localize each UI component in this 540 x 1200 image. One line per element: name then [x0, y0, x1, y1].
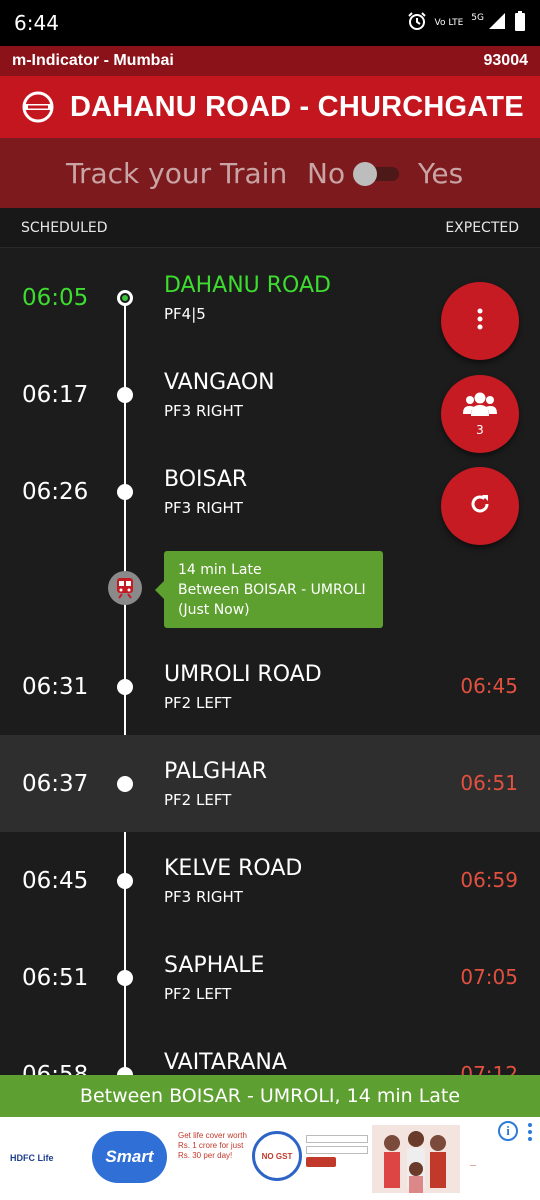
app-screen: 6:44 Vo LTE 5G m-Indicator - Mumbai 9300…	[0, 0, 540, 1200]
network-type: 5G	[471, 13, 484, 23]
volte-icon: Vo LTE	[434, 17, 464, 28]
ad-product: Smart	[105, 1147, 154, 1166]
more-vertical-icon	[476, 307, 484, 335]
current-station-dot	[117, 290, 133, 306]
platform-info: PF2 LEFT	[164, 791, 232, 809]
station-dot	[117, 776, 133, 792]
track-label: Track your Train	[66, 156, 288, 190]
track-toggle[interactable]	[351, 162, 401, 186]
station-name: BOISAR	[164, 467, 248, 492]
track-no-label: No	[307, 156, 346, 190]
station-dot	[117, 970, 133, 986]
ad-seal: NO GST	[252, 1131, 302, 1181]
info-icon[interactable]: i	[498, 1121, 518, 1141]
station-name: DAHANU ROAD	[164, 273, 331, 298]
scheduled-time: 06:26	[22, 479, 89, 505]
platform-info: PF3 RIGHT	[164, 888, 243, 906]
station-name: VAITARANA	[164, 1050, 287, 1075]
advertisement-banner[interactable]: HDFC Life Smart Get life cover worth Rs.…	[0, 1117, 540, 1200]
train-position-icon	[108, 571, 142, 605]
scheduled-time: 06:58	[22, 1062, 89, 1075]
refresh-icon	[468, 492, 492, 520]
station-name: UMROLI ROAD	[164, 662, 322, 687]
station-name: VANGAON	[164, 370, 275, 395]
expected-time: 07:05	[460, 965, 518, 989]
signal-icon	[488, 12, 506, 34]
station-name: KELVE ROAD	[164, 856, 303, 881]
platform-info: PF2 LEFT	[164, 985, 232, 1003]
scheduled-time: 06:51	[22, 965, 89, 991]
station-dot	[117, 1067, 133, 1075]
scheduled-time: 06:05	[22, 285, 89, 311]
station-dot	[117, 387, 133, 403]
users-group-icon	[463, 391, 497, 421]
column-headings: SCHEDULED EXPECTED	[0, 208, 540, 248]
indian-railways-logo-icon	[22, 91, 54, 123]
app-title-bar: m-Indicator - Mumbai 93004	[0, 46, 540, 76]
station-dot	[117, 484, 133, 500]
expected-time: 06:51	[460, 771, 518, 795]
route-title: DAHANU ROAD - CHURCHGATE	[70, 90, 524, 123]
toggle-knob	[353, 162, 377, 186]
expected-time: 06:45	[460, 674, 518, 698]
train-number: 93004	[483, 52, 529, 69]
refresh-button[interactable]	[441, 467, 519, 545]
status-bar: 6:44 Vo LTE 5G	[0, 0, 540, 46]
platform-info: PF2 LEFT	[164, 694, 232, 712]
expected-time: 06:59	[460, 868, 518, 892]
ad-fine-print: —	[470, 1163, 476, 1169]
station-row-palghar[interactable]: 06:37 PALGHAR PF2 LEFT 06:51	[0, 735, 540, 832]
station-row-saphale[interactable]: 06:51 SAPHALE PF2 LEFT 07:05	[0, 929, 540, 1026]
scheduled-heading: SCHEDULED	[21, 219, 108, 236]
ad-more-icon[interactable]	[528, 1123, 532, 1144]
crowd-report-button[interactable]: 3	[441, 375, 519, 453]
between-stations: Between BOISAR - UMROLI	[178, 582, 366, 598]
track-your-train-row: Track your Train No Yes	[0, 138, 540, 208]
platform-info: PF3 RIGHT	[164, 402, 243, 420]
banner-text: Between BOISAR - UMROLI, 14 min Late	[79, 1085, 461, 1107]
station-dot	[117, 873, 133, 889]
late-status: 14 min Late	[178, 562, 262, 578]
route-header: DAHANU ROAD - CHURCHGATE	[0, 76, 540, 138]
station-list[interactable]: 06:05 DAHANU ROAD PF4|5 06:17 VANGAON PF…	[0, 249, 540, 1075]
station-dot	[117, 679, 133, 695]
scheduled-time: 06:45	[22, 868, 89, 894]
status-icons: Vo LTE 5G	[407, 11, 527, 35]
station-row-kelve-road[interactable]: 06:45 KELVE ROAD PF3 RIGHT 06:59	[0, 832, 540, 929]
app-name: m-Indicator - Mumbai	[12, 52, 174, 69]
battery-icon	[514, 11, 526, 35]
expected-heading: EXPECTED	[445, 219, 519, 236]
ad-copy: Get life cover worth Rs. 1 crore for jus…	[178, 1131, 247, 1160]
status-time: 6:44	[14, 11, 59, 35]
alarm-icon	[407, 11, 427, 35]
station-name: SAPHALE	[164, 953, 265, 978]
station-name: PALGHAR	[164, 759, 268, 784]
station-row-umroli-road[interactable]: 06:31 UMROLI ROAD PF2 LEFT 06:45	[0, 638, 540, 735]
platform-info: PF3 RIGHT	[164, 499, 243, 517]
ad-family-image	[372, 1125, 460, 1193]
live-status-bubble: 14 min Late Between BOISAR - UMROLI (Jus…	[155, 551, 383, 628]
late-status-banner[interactable]: Between BOISAR - UMROLI, 14 min Late	[0, 1075, 540, 1117]
scheduled-time: 06:17	[22, 382, 89, 408]
station-row-vaitarana[interactable]: 06:58 VAITARANA 07:12	[0, 1026, 540, 1075]
ad-brand: HDFC Life	[10, 1153, 54, 1163]
ad-seal-text: NO GST	[261, 1151, 293, 1161]
ad-form-graphic	[306, 1135, 368, 1177]
scheduled-time: 06:31	[22, 674, 89, 700]
more-options-button[interactable]	[441, 282, 519, 360]
scheduled-time: 06:37	[22, 771, 89, 797]
expected-time: 07:12	[460, 1062, 518, 1075]
track-yes-label: Yes	[418, 156, 464, 190]
update-time: (Just Now)	[178, 602, 250, 618]
ad-product-badge: Smart	[92, 1131, 167, 1183]
platform-info: PF4|5	[164, 305, 206, 323]
crowd-count: 3	[476, 423, 484, 437]
